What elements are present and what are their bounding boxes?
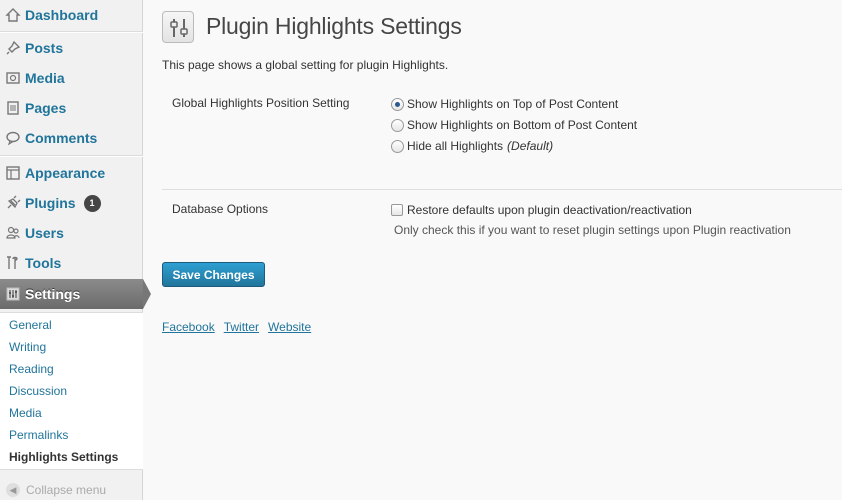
admin-sidebar: Dashboard Posts Media Pages Comments App…: [0, 0, 151, 500]
menu-label: Pages: [25, 100, 67, 116]
save-changes-button[interactable]: Save Changes: [162, 262, 265, 287]
menu-label: Tools: [25, 255, 62, 271]
submenu-general[interactable]: General: [9, 318, 52, 332]
checkbox-label: Restore defaults upon plugin deactivatio…: [407, 203, 692, 217]
submenu-reading[interactable]: Reading: [9, 362, 54, 376]
default-note: (Default): [507, 139, 554, 153]
plugin-icon: [4, 194, 22, 212]
menu-dashboard[interactable]: Dashboard: [0, 0, 143, 30]
menu-label: Users: [25, 225, 64, 241]
menu-users[interactable]: Users: [0, 218, 143, 248]
menu-settings[interactable]: Settings: [0, 279, 151, 309]
twitter-link[interactable]: Twitter: [224, 320, 259, 334]
appearance-icon: [4, 164, 22, 182]
position-setting-label: Global Highlights Position Setting: [172, 96, 350, 110]
page-title: Plugin Highlights Settings: [206, 13, 462, 39]
radio-bottom[interactable]: [391, 118, 404, 132]
pin-icon: [4, 39, 22, 57]
submenu-discussion[interactable]: Discussion: [9, 384, 67, 398]
pages-icon: [4, 99, 22, 117]
submenu-media[interactable]: Media: [9, 406, 42, 420]
option-label: Hide all Highlights: [407, 139, 504, 153]
menu-label: Comments: [25, 130, 98, 146]
settings-icon: [4, 285, 22, 303]
option-label: Show Highlights on Bottom of Post Conten…: [407, 118, 638, 132]
dashboard-icon: [4, 6, 22, 24]
page-description: This page shows a global setting for plu…: [162, 58, 449, 72]
menu-label: Settings: [25, 286, 81, 302]
position-option-hide[interactable]: Hide all Highlights (Default): [391, 139, 553, 153]
menu-label: Plugins: [25, 195, 76, 211]
collapse-label: Collapse menu: [26, 483, 107, 497]
menu-media[interactable]: Media: [0, 63, 143, 93]
menu-plugins[interactable]: Plugins 1: [0, 188, 143, 218]
menu-separator: [0, 31, 143, 32]
menu-comments[interactable]: Comments: [0, 123, 143, 153]
radio-top[interactable]: [391, 97, 404, 111]
media-icon: [4, 69, 22, 87]
menu-label: Dashboard: [25, 7, 99, 23]
restore-defaults-hint: Only check this if you want to reset plu…: [394, 223, 791, 237]
comment-icon: [4, 129, 22, 147]
collapse-menu[interactable]: ◀ Collapse menu: [0, 480, 143, 500]
submenu-highlights-settings[interactable]: Highlights Settings: [9, 450, 118, 464]
menu-label: Posts: [25, 40, 64, 56]
menu-pages[interactable]: Pages: [0, 93, 143, 123]
radio-hide[interactable]: [391, 139, 404, 153]
position-option-bottom[interactable]: Show Highlights on Bottom of Post Conten…: [391, 118, 637, 132]
submenu-permalinks[interactable]: Permalinks: [9, 428, 68, 442]
restore-defaults-checkbox[interactable]: [391, 204, 403, 216]
settings-submenu: General Writing Reading Discussion Media…: [0, 312, 143, 470]
settings-page-icon: [162, 11, 194, 43]
menu-posts[interactable]: Posts: [0, 33, 143, 63]
position-option-top[interactable]: Show Highlights on Top of Post Content: [391, 97, 618, 111]
footer-links: Facebook Twitter Website: [162, 320, 311, 334]
menu-label: Appearance: [25, 165, 106, 181]
database-options-label: Database Options: [172, 202, 269, 216]
menu-tools[interactable]: Tools: [0, 248, 143, 278]
website-link[interactable]: Website: [268, 320, 311, 334]
active-arrow: [143, 279, 151, 309]
restore-defaults-option[interactable]: Restore defaults upon plugin deactivatio…: [391, 203, 692, 217]
collapse-arrow-icon: ◀: [6, 483, 20, 497]
menu-separator: [0, 155, 143, 156]
main-content: Plugin Highlights Settings This page sho…: [162, 0, 842, 500]
update-count-badge: 1: [83, 194, 101, 212]
tools-icon: [4, 254, 22, 272]
users-icon: [4, 224, 22, 242]
submenu-writing[interactable]: Writing: [9, 340, 46, 354]
option-label: Show Highlights on Top of Post Content: [407, 97, 619, 111]
facebook-link[interactable]: Facebook: [162, 320, 215, 334]
menu-label: Media: [25, 70, 65, 86]
menu-appearance[interactable]: Appearance: [0, 158, 143, 188]
section-divider: [162, 189, 842, 190]
